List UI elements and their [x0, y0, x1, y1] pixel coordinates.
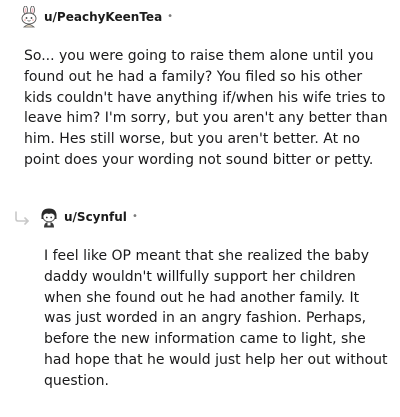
comment-body-line: I feel like OP meant that she realized t… — [44, 248, 369, 264]
comment-author[interactable]: u/PeachyKeenTea — [44, 10, 162, 24]
comment-body-line: point does your wording not sound bitter… — [24, 151, 374, 168]
comment-body-line: question. — [44, 372, 109, 389]
reply-arrow-icon — [14, 210, 32, 229]
comment-body: I feel like OP meant that she realized t… — [44, 246, 388, 392]
comment-body-line: when she found out he had another family… — [44, 289, 360, 306]
comment-body-line: daddy wouldn't willfully support her chi… — [44, 268, 356, 285]
comment-thread: u/PeachyKeenTea • So... you were going t… — [0, 0, 400, 417]
snoo-dark-hair-avatar-icon[interactable] — [38, 206, 60, 228]
comment-header: u/PeachyKeenTea • — [18, 6, 173, 28]
comment-body-line: kids couldn't have anything if/when his … — [24, 89, 386, 106]
meta-separator: • — [167, 11, 174, 22]
comment-body-line: him. Hes still worse, but you aren't bet… — [24, 131, 361, 148]
meta-separator: • — [131, 211, 138, 222]
comment-header: u/Scynful • — [38, 206, 138, 228]
comment-body-line: had hope that he would just help her out… — [44, 351, 388, 368]
comment-body-line: found out he had a family? You filed so … — [24, 68, 363, 85]
comment-author[interactable]: u/Scynful — [64, 210, 127, 224]
comment-body-line: leave him? I'm sorry, but you aren't any… — [24, 110, 388, 127]
comment-body-line: before the new information came to light… — [44, 331, 366, 348]
comment-body-line: was just worded in an angry fashion. Per… — [44, 310, 367, 327]
comment-body: So... you were going to raise them alone… — [24, 46, 388, 171]
comment-body-line: So... you were going to raise them alone… — [24, 48, 374, 64]
snoo-bunny-avatar-icon[interactable] — [18, 6, 40, 28]
